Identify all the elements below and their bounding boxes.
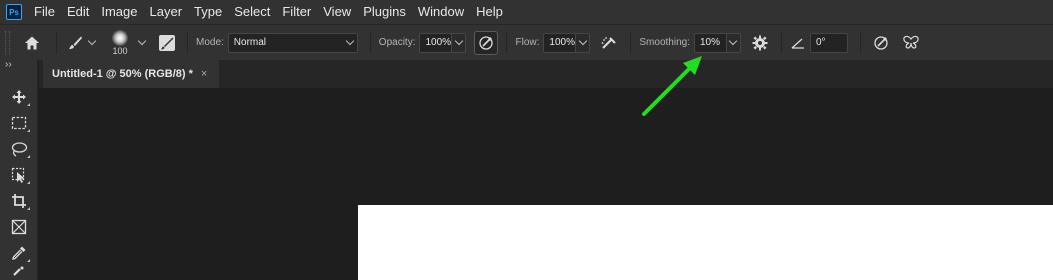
tool-preset-chevron-down-icon[interactable]	[85, 36, 99, 46]
brush-picker-chevron-down-icon[interactable]	[135, 36, 149, 46]
document-tab-strip: Untitled-1 @ 50% (RGB/8) * ×	[39, 60, 1053, 88]
brush-size-value: 100	[112, 45, 128, 56]
smoothing-options-gear-icon[interactable]	[747, 35, 773, 51]
smoothing-label: Smoothing:	[639, 37, 690, 48]
opacity-input[interactable]: 100%	[419, 32, 453, 53]
menu-select[interactable]: Select	[228, 0, 276, 24]
opacity-slider-button[interactable]	[452, 32, 467, 53]
smoothing-chevron-down-icon	[729, 36, 738, 46]
blend-mode-select[interactable]: Normal	[227, 32, 358, 53]
menu-window[interactable]: Window	[412, 0, 470, 24]
menu-filter[interactable]: Filter	[276, 0, 317, 24]
menu-edit[interactable]: Edit	[61, 0, 95, 24]
mode-label: Mode:	[196, 37, 224, 48]
document-tab[interactable]: Untitled-1 @ 50% (RGB/8) * ×	[43, 60, 219, 88]
smoothing-slider-button[interactable]	[726, 32, 741, 53]
menu-file[interactable]: File	[28, 0, 61, 24]
blend-mode-value: Normal	[233, 37, 267, 48]
marquee-tool-icon[interactable]	[0, 110, 38, 136]
opacity-chevron-down-icon	[454, 36, 464, 46]
flow-slider-button[interactable]	[576, 32, 591, 53]
close-icon[interactable]: ×	[201, 68, 207, 80]
document-canvas[interactable]	[358, 205, 1053, 280]
menu-help[interactable]: Help	[470, 0, 509, 24]
blend-mode-chevron-down-icon	[345, 36, 355, 46]
move-tool-icon[interactable]	[0, 84, 38, 110]
brush-angle-icon	[790, 36, 806, 50]
menu-plugins[interactable]: Plugins	[357, 0, 412, 24]
flow-input[interactable]: 100%	[543, 32, 577, 53]
smoothing-input[interactable]: 10%	[693, 32, 727, 53]
document-tab-title: Untitled-1 @ 50% (RGB/8) *	[52, 68, 193, 80]
canvas-workspace[interactable]	[39, 88, 1053, 280]
menu-layer[interactable]: Layer	[144, 0, 189, 24]
home-icon[interactable]	[16, 35, 48, 51]
toolbox: ››	[0, 60, 38, 280]
menu-bar: Ps File Edit Image Layer Type Select Fil…	[0, 0, 1053, 24]
flow-label: Flow:	[515, 37, 540, 48]
eyedropper-tool-icon[interactable]	[0, 240, 38, 266]
brush-tool-preset-icon[interactable]	[65, 35, 85, 51]
photoshop-logo[interactable]: Ps	[6, 4, 22, 20]
menu-image[interactable]: Image	[95, 0, 143, 24]
menu-type[interactable]: Type	[188, 0, 228, 24]
healing-brush-tool-icon[interactable]	[0, 266, 38, 280]
brush-angle-input[interactable]: 0°	[809, 32, 848, 53]
flow-chevron-down-icon	[578, 36, 588, 46]
menu-view[interactable]: View	[317, 0, 357, 24]
symmetry-butterfly-icon[interactable]	[897, 35, 925, 51]
options-bar: 100 Mode: Normal Opacity: 100% Flow: 100…	[0, 24, 1053, 60]
pressure-size-icon[interactable]	[869, 35, 893, 51]
brush-settings-panel-icon[interactable]	[155, 34, 179, 52]
lasso-tool-icon[interactable]	[0, 136, 38, 162]
brush-preset-picker[interactable]: 100	[105, 29, 135, 56]
pressure-opacity-icon[interactable]	[474, 30, 499, 55]
crop-tool-icon[interactable]	[0, 188, 38, 214]
toolbox-collapse-button[interactable]: ››	[0, 60, 37, 72]
object-selection-tool-icon[interactable]	[0, 162, 38, 188]
opacity-label: Opacity:	[378, 37, 416, 48]
airbrush-icon[interactable]	[596, 35, 622, 51]
brush-tip-icon	[112, 29, 128, 46]
options-bar-grip[interactable]	[5, 30, 10, 55]
frame-tool-icon[interactable]	[0, 214, 38, 240]
